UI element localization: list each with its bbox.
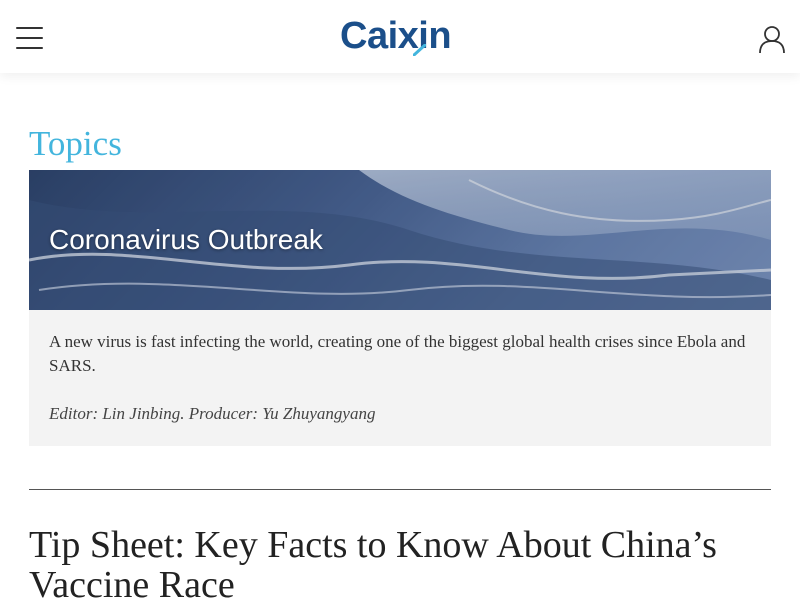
logo-accent-icon bbox=[413, 44, 426, 56]
topic-credit: Editor: Lin Jinbing. Producer: Yu Zhuyan… bbox=[49, 404, 376, 423]
topic-card: Coronavirus Outbreak A new virus is fast… bbox=[29, 170, 771, 446]
topic-description: A new virus is fast infecting the world,… bbox=[49, 332, 746, 375]
caixin-logo[interactable]: Caixin bbox=[340, 14, 462, 58]
menu-line bbox=[16, 47, 43, 49]
section-divider bbox=[29, 489, 771, 490]
site-header: Caixin bbox=[0, 0, 800, 73]
hamburger-menu-icon[interactable] bbox=[16, 27, 43, 51]
user-icon[interactable] bbox=[757, 24, 787, 54]
topic-title: Coronavirus Outbreak bbox=[49, 224, 323, 255]
logo-text: Caixin bbox=[340, 15, 452, 57]
article-headline[interactable]: Tip Sheet: Key Facts to Know About China… bbox=[29, 525, 771, 600]
menu-line bbox=[16, 27, 43, 29]
topic-banner-image[interactable]: Coronavirus Outbreak bbox=[29, 170, 771, 310]
menu-line bbox=[16, 37, 43, 39]
topics-heading: Topics bbox=[29, 124, 122, 163]
